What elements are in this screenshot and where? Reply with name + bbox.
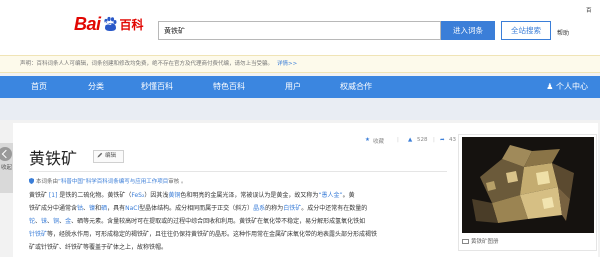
title-divider <box>29 171 447 172</box>
summary-text: ）因其浅 <box>144 192 169 199</box>
summary-link[interactable]: [1] <box>47 192 59 199</box>
sidebar-toggle[interactable]: 收起 <box>0 143 13 193</box>
nav-item-miaodong[interactable]: 秒懂百科 <box>141 76 173 98</box>
summary-text: 黄铁矿 <box>29 192 48 199</box>
summary-text: 色和明亮的金属光泽，常被误认为是黄金，故又称为 <box>180 192 319 199</box>
edit-button[interactable]: 编辑 <box>93 150 124 163</box>
thumbs-up-icon[interactable]: ▲ <box>408 137 412 143</box>
source-suffix: 审核 。 <box>168 179 187 185</box>
baidu-baike-logo[interactable]: Bai du 百科 <box>74 13 144 35</box>
summary-line: 铁矿成分中通常含钴、镍和硒，具有NaCl型晶体结构。成分相同而属于正交（斜方）晶… <box>29 203 447 214</box>
collect-link[interactable]: 收藏 <box>373 137 384 145</box>
pencil-icon <box>97 152 103 158</box>
search-all-button[interactable]: 全站搜索 <box>501 21 551 40</box>
pyrite-photo[interactable] <box>462 137 594 233</box>
user-center-link[interactable]: ♟ 个人中心 <box>546 76 588 98</box>
summary-link[interactable]: 黄铜 <box>168 192 180 199</box>
like-count: 528 <box>417 137 428 143</box>
summary-link[interactable]: FeS₂ <box>131 192 144 199</box>
shield-icon <box>29 178 34 184</box>
summary-line: 针铁矿等，经脱水作用，可形成稳定的褐铁矿，且往往仍保持黄铁矿的晶形。这种作用常在… <box>29 229 447 240</box>
summary-text: 、硒等元素。含量较高时可在提取或的过程中综合回收和利用。黄铁矿在氧化带不稳定，易… <box>71 218 366 225</box>
notice-more-link[interactable]: 详情>> <box>277 61 297 67</box>
sidebar-toggle-label: 收起 <box>1 165 13 171</box>
logo-text-bai: Bai <box>74 13 101 34</box>
summary-link[interactable]: 白铁矿 <box>283 205 301 212</box>
summary-line: 铊、铼、铜、金、硒等元素。含量较高时可在提取或的过程中综合回收和利用。黄铁矿在氧… <box>29 216 447 227</box>
collapse-arrow-icon <box>0 147 12 161</box>
summary-text: 铁矿成分中通常含 <box>29 205 78 212</box>
paw-icon: du <box>102 16 118 32</box>
summary-text: ，具有 <box>107 205 126 212</box>
nav-item-home[interactable]: 首页 <box>31 76 47 98</box>
source-prefix: 本词条由 <box>36 179 59 185</box>
summary-line: 黄铁矿 [1] 是铁的二硫化物。黄铁矿（FeS₂）因其浅黄铜色和明亮的金属光泽，… <box>29 190 447 201</box>
summary-text: 的称为 <box>265 205 284 212</box>
summary-text: 等，经脱水作用，可形成稳定的褐铁矿，且往往仍保持黄铁矿的晶形。这种作用常在金属矿… <box>47 231 378 238</box>
logo-text-du: du <box>104 21 112 27</box>
notice-bar: 声明：百科词条人人可编辑，词条创建和修改均免费，绝不存在官方及代理商付费代编，请… <box>0 55 600 73</box>
edit-label: 编辑 <box>105 153 117 159</box>
summary-text: 。黄 <box>342 192 355 199</box>
summary-link[interactable]: 针铁矿 <box>29 231 47 238</box>
summary-line: 矿或针铁矿、纤铁矿等覆盖于矿体之上，故称铁帽。 <box>29 242 447 253</box>
source-org-link[interactable]: “科普中国”科学百科词条编写与应用工作项目 <box>58 179 168 185</box>
main-nav: 首页 分类 秒懂百科 特色百科 用户 权威合作 ♟ 个人中心 <box>0 76 600 98</box>
nav-item-authority[interactable]: 权威合作 <box>340 76 372 98</box>
sub-band <box>0 98 600 120</box>
pyrite-image <box>462 137 594 233</box>
nav-item-user[interactable]: 用户 <box>285 76 301 98</box>
summary-link[interactable]: 晶系 <box>253 205 265 212</box>
album-caption-label: 黄铁矿图册 <box>471 239 499 245</box>
action-divider: | <box>397 137 399 143</box>
image-icon <box>462 239 469 244</box>
album-caption[interactable]: 黄铁矿图册 <box>462 237 499 245</box>
top-right-link[interactable]: 百 <box>586 6 600 17</box>
star-icon[interactable]: ★ <box>365 137 370 143</box>
page-title: 黄铁矿 <box>29 149 78 168</box>
nav-item-category[interactable]: 分类 <box>88 76 104 98</box>
search-input[interactable] <box>158 21 441 40</box>
action-divider-2: | <box>433 137 435 143</box>
user-center-label: 个人中心 <box>556 82 588 91</box>
summary-text: 是铁的二硫化物。黄铁矿（ <box>59 192 132 199</box>
notice-text: 声明：百科词条人人可编辑，词条创建和修改均免费，绝不存在官方及代理商付费代编，请… <box>20 61 274 67</box>
logo-text-baike: 百科 <box>119 17 144 32</box>
summary-link[interactable]: NaCl <box>125 205 139 212</box>
enter-entry-button[interactable]: 进入词条 <box>441 21 495 40</box>
top-header: Bai du 百科 进入词条 全站搜索 帮助 百 <box>0 0 600 55</box>
review-source: 本词条由“科普中国”科学百科词条编写与应用工作项目审核 。 <box>29 177 186 185</box>
summary-text: 。成分中还常有在数量的 <box>301 205 368 212</box>
summary-link[interactable]: “愚人金” <box>318 192 342 199</box>
share-count: 43 <box>449 137 456 143</box>
summary-text: 型晶体结构。成分相同而属于正交（斜方） <box>139 205 254 212</box>
user-icon: ♟ <box>546 82 554 91</box>
share-icon[interactable]: ➦ <box>440 137 445 143</box>
summary-text: 矿或针铁矿、纤铁矿等覆盖于矿体之上，故称铁帽。 <box>29 244 168 251</box>
help-link[interactable]: 帮助 <box>557 28 569 37</box>
nav-item-featured[interactable]: 特色百科 <box>213 76 245 98</box>
